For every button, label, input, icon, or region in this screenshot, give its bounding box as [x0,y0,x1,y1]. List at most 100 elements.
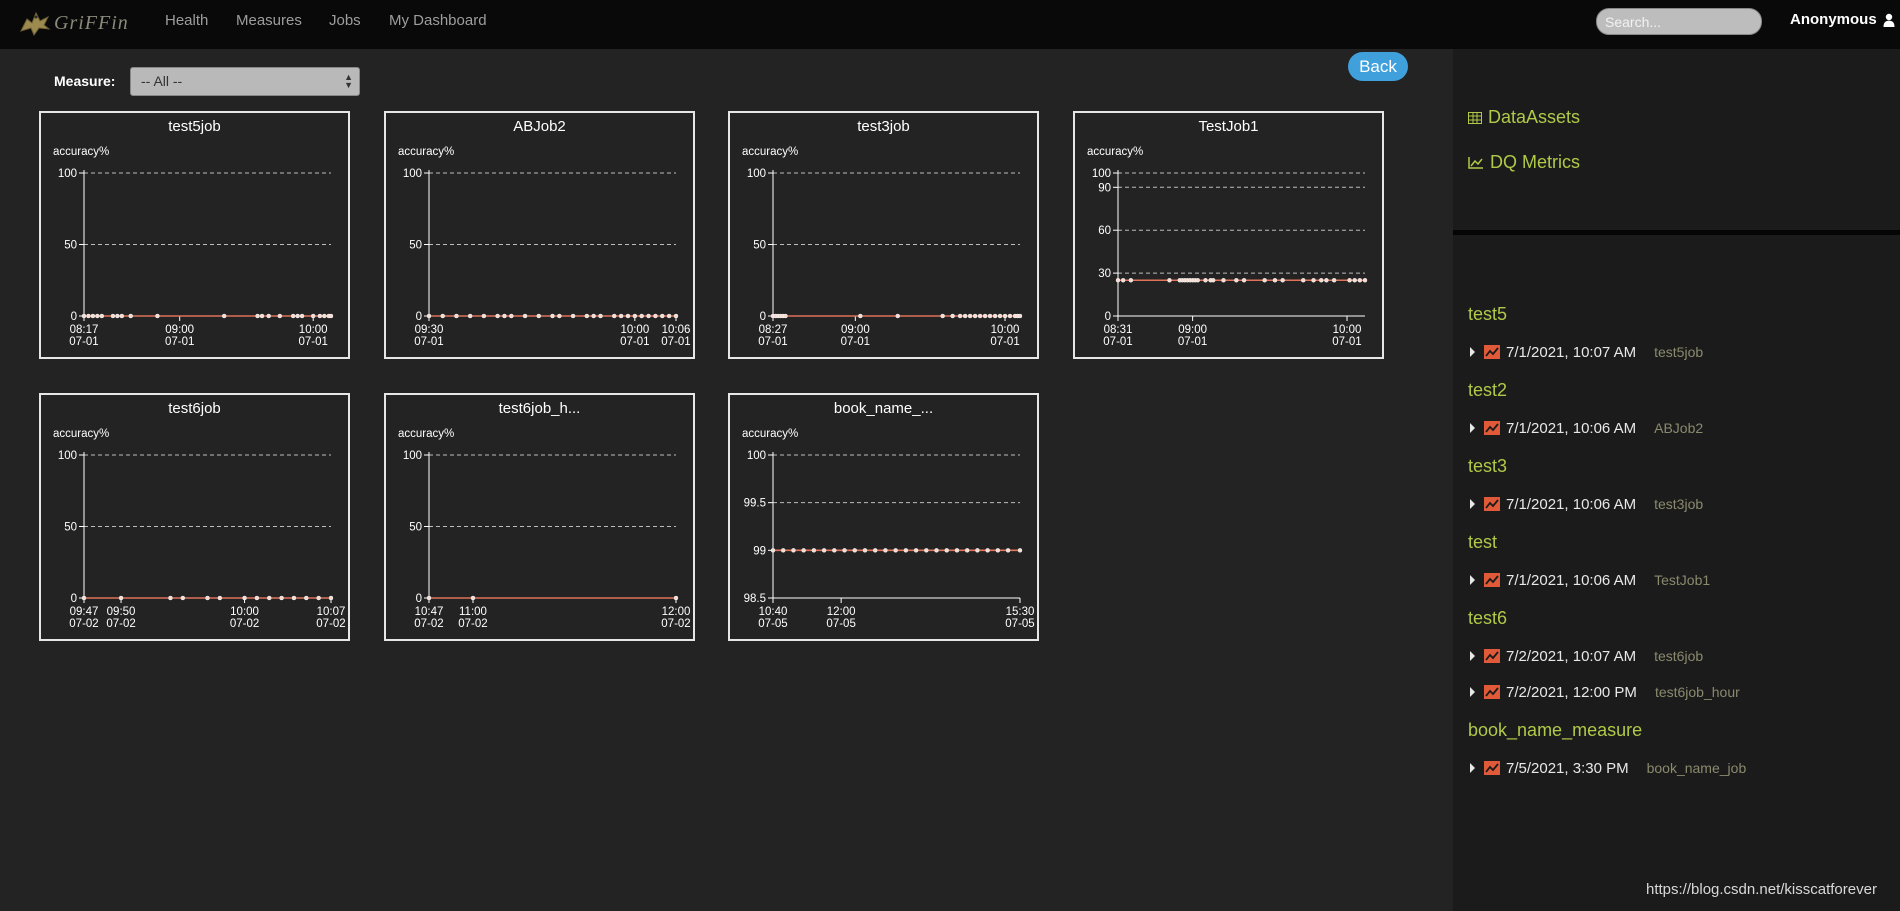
data-point [328,595,334,601]
data-point [118,595,124,601]
user-menu[interactable]: Anonymous [1790,11,1895,28]
metric-entry[interactable]: 7/1/2021, 10:06 AM ABJob2 [1468,418,1703,438]
dq-metrics-label: DQ Metrics [1490,152,1580,172]
data-point [279,595,284,601]
group-title[interactable]: test6 [1468,608,1507,629]
entry-time: 7/1/2021, 10:07 AM [1506,343,1637,361]
data-point [277,313,283,319]
data-point [317,313,323,319]
nav-jobs[interactable]: Jobs [329,12,361,29]
entry-job[interactable]: TestJob1 [1654,572,1710,588]
data-point [242,595,247,601]
data-point [982,313,988,319]
y-axis-label: accuracy% [398,146,454,158]
y-tick-label: 100 [747,168,766,180]
back-button[interactable]: Back [1348,52,1408,81]
expand-caret-icon[interactable] [1470,651,1475,661]
chart-title: test3job [857,118,910,135]
data-point [557,313,562,319]
expand-caret-icon[interactable] [1470,423,1475,433]
data-point [954,548,960,553]
expand-caret-icon[interactable] [1470,499,1475,509]
entry-job[interactable]: test3job [1654,496,1703,512]
data-point [86,313,91,319]
chart-card-abjob2[interactable]: ABJob2 accuracy% 0 50 100 09:30 07-01 10:00 07-0… [384,111,695,359]
group-title[interactable]: test5 [1468,304,1507,325]
nav-my-dashboard[interactable]: My Dashboard [389,12,487,29]
data-point [1128,278,1134,283]
data-point [266,313,271,319]
nav-health[interactable]: Health [165,12,208,29]
dq-metrics-link[interactable]: DQ Metrics [1468,152,1580,173]
expand-caret-icon[interactable] [1470,763,1475,773]
nav-measures[interactable]: Measures [236,12,302,29]
data-point [967,313,973,319]
expand-caret-icon[interactable] [1470,687,1475,697]
chart-icon [1484,761,1500,775]
chart-card-test3job[interactable]: test3job accuracy% 0 50 100 08:27 07-01 09:00 07… [728,111,1039,359]
chart-svg: test6job_h...accuracy%05010010:4707-0211… [398,400,691,630]
entry-time: 7/1/2021, 10:06 AM [1506,419,1637,437]
data-point [110,313,116,319]
data-point [440,313,445,319]
data-point [81,595,87,601]
chart-icon [1484,573,1500,587]
data-assets-link[interactable]: DataAssets [1468,107,1580,128]
data-point [666,313,672,319]
group-title[interactable]: test2 [1468,380,1507,401]
entry-job[interactable]: test5job [1654,344,1703,360]
x-tick-date: 07-01 [165,336,194,348]
entry-job[interactable]: ABJob2 [1654,420,1703,436]
data-point [801,548,806,553]
chart-icon [1484,345,1500,359]
x-tick-time: 10:00 [991,324,1020,336]
data-point [1311,278,1316,283]
entry-job[interactable]: book_name_job [1647,760,1747,776]
x-tick-time: 09:30 [415,324,444,336]
data-point [495,313,500,319]
y-tick-label: 50 [409,522,422,534]
data-point [964,548,970,553]
x-tick-time: 10:40 [759,606,788,618]
data-point [962,313,968,319]
chart-card-test6job[interactable]: test6job accuracy% 0 50 100 09:47 07-02 09:50 07… [39,393,350,641]
chart-card-test5job[interactable]: test5job accuracy% 0 50 100 08:17 07-01 09:00 07… [39,111,350,359]
measure-select[interactable]: -- All -- ▲ ▼ [130,67,360,96]
right-panel: DataAssets DQ Metrics test5 7/1/2021, 10:… [1453,49,1900,911]
data-point [304,595,309,601]
data-point [612,313,617,319]
entry-job[interactable]: test6job_hour [1655,684,1740,700]
group-title[interactable]: test3 [1468,456,1507,477]
x-tick-date: 07-01 [758,336,787,348]
data-point [119,313,125,319]
x-tick-date: 07-01 [841,336,870,348]
data-point [972,313,978,319]
metric-entry[interactable]: 7/1/2021, 10:06 AM TestJob1 [1468,570,1710,590]
griffin-logo[interactable]: GriFFin [18,6,129,40]
group-title[interactable]: test [1468,532,1497,553]
metric-entry[interactable]: 7/1/2021, 10:07 AM test5job [1468,342,1703,362]
data-point [1167,278,1172,283]
data-point [950,313,955,319]
chart-card-book-name[interactable]: book_name_... accuracy% 98.5 99 99.5 100 10:40… [728,393,1039,641]
x-tick-time: 12:00 [827,606,856,618]
x-tick-time: 08:31 [1104,324,1133,336]
chart-icon [1484,649,1500,663]
data-point [791,548,796,553]
x-tick-time: 08:27 [759,324,788,336]
group-title[interactable]: book_name_measure [1468,720,1642,741]
y-tick-label: 0 [1105,311,1111,323]
entry-job[interactable]: test6job [1654,648,1703,664]
metric-entry[interactable]: 7/5/2021, 3:30 PM book_name_job [1468,758,1746,778]
data-point [90,313,96,319]
data-point [291,595,297,601]
chart-card-testjob1[interactable]: TestJob1 accuracy% 0 30 60 90 100 08:31 07-01 09:… [1073,111,1384,359]
metric-entry[interactable]: 7/2/2021, 12:00 PM test6job_hour [1468,682,1740,702]
expand-caret-icon[interactable] [1470,347,1475,357]
search-input[interactable] [1596,8,1762,35]
y-tick-label: 100 [747,450,766,462]
metric-entry[interactable]: 7/2/2021, 10:07 AM test6job [1468,646,1703,666]
chart-card-test6job-hour[interactable]: test6job_h... accuracy% 0 50 100 10:47 07-02 11… [384,393,695,641]
expand-caret-icon[interactable] [1470,575,1475,585]
metric-entry[interactable]: 7/1/2021, 10:06 AM test3job [1468,494,1703,514]
